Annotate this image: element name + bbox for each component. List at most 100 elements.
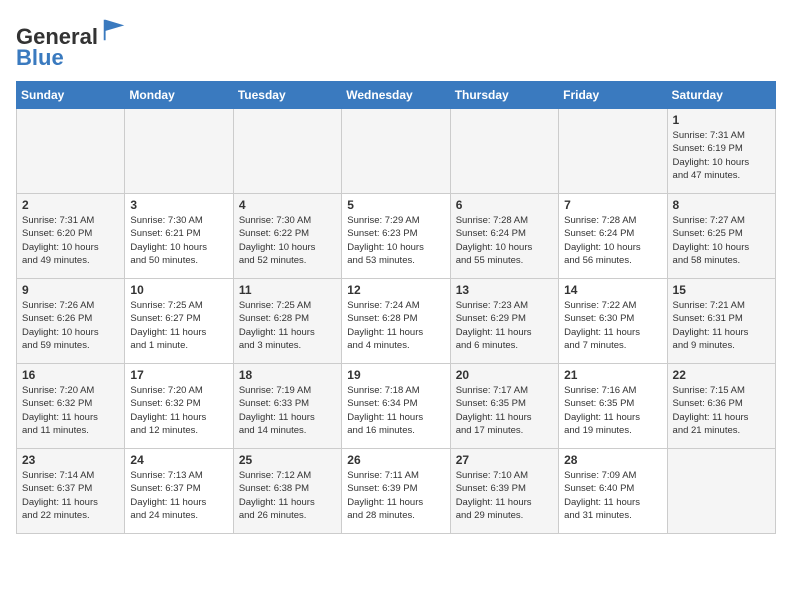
day-number: 6	[456, 198, 553, 212]
day-info: Sunrise: 7:31 AM Sunset: 6:20 PM Dayligh…	[22, 214, 119, 267]
day-number: 25	[239, 453, 336, 467]
header-thursday: Thursday	[450, 82, 558, 109]
day-info: Sunrise: 7:21 AM Sunset: 6:31 PM Dayligh…	[673, 299, 770, 352]
header-wednesday: Wednesday	[342, 82, 450, 109]
calendar-cell: 2 Sunrise: 7:31 AM Sunset: 6:20 PM Daylig…	[17, 194, 125, 279]
day-number: 3	[130, 198, 227, 212]
calendar-cell: 16Sunrise: 7:20 AM Sunset: 6:32 PM Dayli…	[17, 364, 125, 449]
day-number: 23	[22, 453, 119, 467]
calendar-cell	[125, 109, 233, 194]
calendar-cell: 15 Sunrise: 7:21 AM Sunset: 6:31 PM Dayli…	[667, 279, 775, 364]
day-number: 16	[22, 368, 119, 382]
day-number: 13	[456, 283, 553, 297]
calendar-cell	[233, 109, 341, 194]
day-info: Sunrise: 7:25 AM Sunset: 6:28 PM Dayligh…	[239, 299, 336, 352]
calendar-cell: 19 Sunrise: 7:18 AM Sunset: 6:34 PM Dayli…	[342, 364, 450, 449]
day-number: 4	[239, 198, 336, 212]
calendar-cell: 27 Sunrise: 7:10 AM Sunset: 6:39 PM Dayli…	[450, 449, 558, 534]
header-sunday: Sunday	[17, 82, 125, 109]
calendar-table: SundayMondayTuesdayWednesdayThursdayFrid…	[16, 81, 776, 534]
day-info: Sunrise: 7:25 AM Sunset: 6:27 PM Dayligh…	[130, 299, 227, 352]
day-number: 20	[456, 368, 553, 382]
day-number: 26	[347, 453, 444, 467]
calendar-cell: 11 Sunrise: 7:25 AM Sunset: 6:28 PM Dayli…	[233, 279, 341, 364]
day-info: Sunrise: 7:19 AM Sunset: 6:33 PM Dayligh…	[239, 384, 336, 437]
day-info: Sunrise: 7:28 AM Sunset: 6:24 PM Dayligh…	[456, 214, 553, 267]
calendar-cell	[559, 109, 667, 194]
header-saturday: Saturday	[667, 82, 775, 109]
day-number: 19	[347, 368, 444, 382]
calendar-cell: 24 Sunrise: 7:13 AM Sunset: 6:37 PM Dayli…	[125, 449, 233, 534]
calendar-cell: 13 Sunrise: 7:23 AM Sunset: 6:29 PM Dayli…	[450, 279, 558, 364]
day-info: Sunrise: 7:29 AM Sunset: 6:23 PM Dayligh…	[347, 214, 444, 267]
calendar-cell	[667, 449, 775, 534]
day-info: Sunrise: 7:11 AM Sunset: 6:39 PM Dayligh…	[347, 469, 444, 522]
calendar-cell: 5 Sunrise: 7:29 AM Sunset: 6:23 PM Daylig…	[342, 194, 450, 279]
week-row-2: 2 Sunrise: 7:31 AM Sunset: 6:20 PM Daylig…	[17, 194, 776, 279]
day-number: 7	[564, 198, 661, 212]
day-info: Sunrise: 7:09 AM Sunset: 6:40 PM Dayligh…	[564, 469, 661, 522]
header-tuesday: Tuesday	[233, 82, 341, 109]
logo-flag-icon	[100, 16, 128, 44]
header: General Blue	[16, 16, 776, 71]
day-number: 27	[456, 453, 553, 467]
calendar-cell: 23 Sunrise: 7:14 AM Sunset: 6:37 PM Dayli…	[17, 449, 125, 534]
day-info: Sunrise: 7:14 AM Sunset: 6:37 PM Dayligh…	[22, 469, 119, 522]
day-number: 21	[564, 368, 661, 382]
day-number: 14	[564, 283, 661, 297]
calendar-cell	[450, 109, 558, 194]
calendar-cell: 1 Sunrise: 7:31 AM Sunset: 6:19 PM Daylig…	[667, 109, 775, 194]
day-info: Sunrise: 7:20 AM Sunset: 6:32 PM Dayligh…	[130, 384, 227, 437]
day-number: 10	[130, 283, 227, 297]
day-info: Sunrise: 7:10 AM Sunset: 6:39 PM Dayligh…	[456, 469, 553, 522]
day-number: 5	[347, 198, 444, 212]
calendar-cell: 26 Sunrise: 7:11 AM Sunset: 6:39 PM Dayli…	[342, 449, 450, 534]
calendar-cell: 21 Sunrise: 7:16 AM Sunset: 6:35 PM Dayli…	[559, 364, 667, 449]
calendar-cell: 6 Sunrise: 7:28 AM Sunset: 6:24 PM Daylig…	[450, 194, 558, 279]
day-info: Sunrise: 7:31 AM Sunset: 6:19 PM Dayligh…	[673, 129, 770, 182]
calendar-cell: 9 Sunrise: 7:26 AM Sunset: 6:26 PM Daylig…	[17, 279, 125, 364]
calendar-cell	[17, 109, 125, 194]
day-number: 24	[130, 453, 227, 467]
calendar-cell: 10 Sunrise: 7:25 AM Sunset: 6:27 PM Dayli…	[125, 279, 233, 364]
day-info: Sunrise: 7:26 AM Sunset: 6:26 PM Dayligh…	[22, 299, 119, 352]
day-info: Sunrise: 7:16 AM Sunset: 6:35 PM Dayligh…	[564, 384, 661, 437]
day-number: 1	[673, 113, 770, 127]
day-info: Sunrise: 7:30 AM Sunset: 6:21 PM Dayligh…	[130, 214, 227, 267]
calendar-header-row: SundayMondayTuesdayWednesdayThursdayFrid…	[17, 82, 776, 109]
day-number: 12	[347, 283, 444, 297]
day-number: 8	[673, 198, 770, 212]
calendar-cell: 8 Sunrise: 7:27 AM Sunset: 6:25 PM Daylig…	[667, 194, 775, 279]
week-row-3: 9 Sunrise: 7:26 AM Sunset: 6:26 PM Daylig…	[17, 279, 776, 364]
day-info: Sunrise: 7:30 AM Sunset: 6:22 PM Dayligh…	[239, 214, 336, 267]
day-number: 18	[239, 368, 336, 382]
calendar-cell: 12Sunrise: 7:24 AM Sunset: 6:28 PM Dayli…	[342, 279, 450, 364]
day-info: Sunrise: 7:18 AM Sunset: 6:34 PM Dayligh…	[347, 384, 444, 437]
calendar-cell: 25 Sunrise: 7:12 AM Sunset: 6:38 PM Dayli…	[233, 449, 341, 534]
week-row-5: 23 Sunrise: 7:14 AM Sunset: 6:37 PM Dayli…	[17, 449, 776, 534]
calendar-cell: 20 Sunrise: 7:17 AM Sunset: 6:35 PM Dayli…	[450, 364, 558, 449]
day-number: 15	[673, 283, 770, 297]
day-info: Sunrise: 7:22 AM Sunset: 6:30 PM Dayligh…	[564, 299, 661, 352]
day-info: Sunrise: 7:12 AM Sunset: 6:38 PM Dayligh…	[239, 469, 336, 522]
day-info: Sunrise: 7:17 AM Sunset: 6:35 PM Dayligh…	[456, 384, 553, 437]
day-number: 2	[22, 198, 119, 212]
day-info: Sunrise: 7:23 AM Sunset: 6:29 PM Dayligh…	[456, 299, 553, 352]
day-info: Sunrise: 7:28 AM Sunset: 6:24 PM Dayligh…	[564, 214, 661, 267]
day-info: Sunrise: 7:13 AM Sunset: 6:37 PM Dayligh…	[130, 469, 227, 522]
calendar-cell: 4 Sunrise: 7:30 AM Sunset: 6:22 PM Daylig…	[233, 194, 341, 279]
calendar-cell: 14 Sunrise: 7:22 AM Sunset: 6:30 PM Dayli…	[559, 279, 667, 364]
calendar-cell: 18 Sunrise: 7:19 AM Sunset: 6:33 PM Dayli…	[233, 364, 341, 449]
day-number: 17	[130, 368, 227, 382]
calendar-cell: 3 Sunrise: 7:30 AM Sunset: 6:21 PM Daylig…	[125, 194, 233, 279]
day-info: Sunrise: 7:27 AM Sunset: 6:25 PM Dayligh…	[673, 214, 770, 267]
day-number: 28	[564, 453, 661, 467]
header-monday: Monday	[125, 82, 233, 109]
day-number: 9	[22, 283, 119, 297]
header-friday: Friday	[559, 82, 667, 109]
calendar-cell: 17 Sunrise: 7:20 AM Sunset: 6:32 PM Dayli…	[125, 364, 233, 449]
day-number: 11	[239, 283, 336, 297]
week-row-4: 16 Sunrise: 7:20 AM Sunset: 6:32 PM Dayli…	[17, 364, 776, 449]
day-number: 22	[673, 368, 770, 382]
day-info: Sunrise: 7:15 AM Sunset: 6:36 PM Dayligh…	[673, 384, 770, 437]
